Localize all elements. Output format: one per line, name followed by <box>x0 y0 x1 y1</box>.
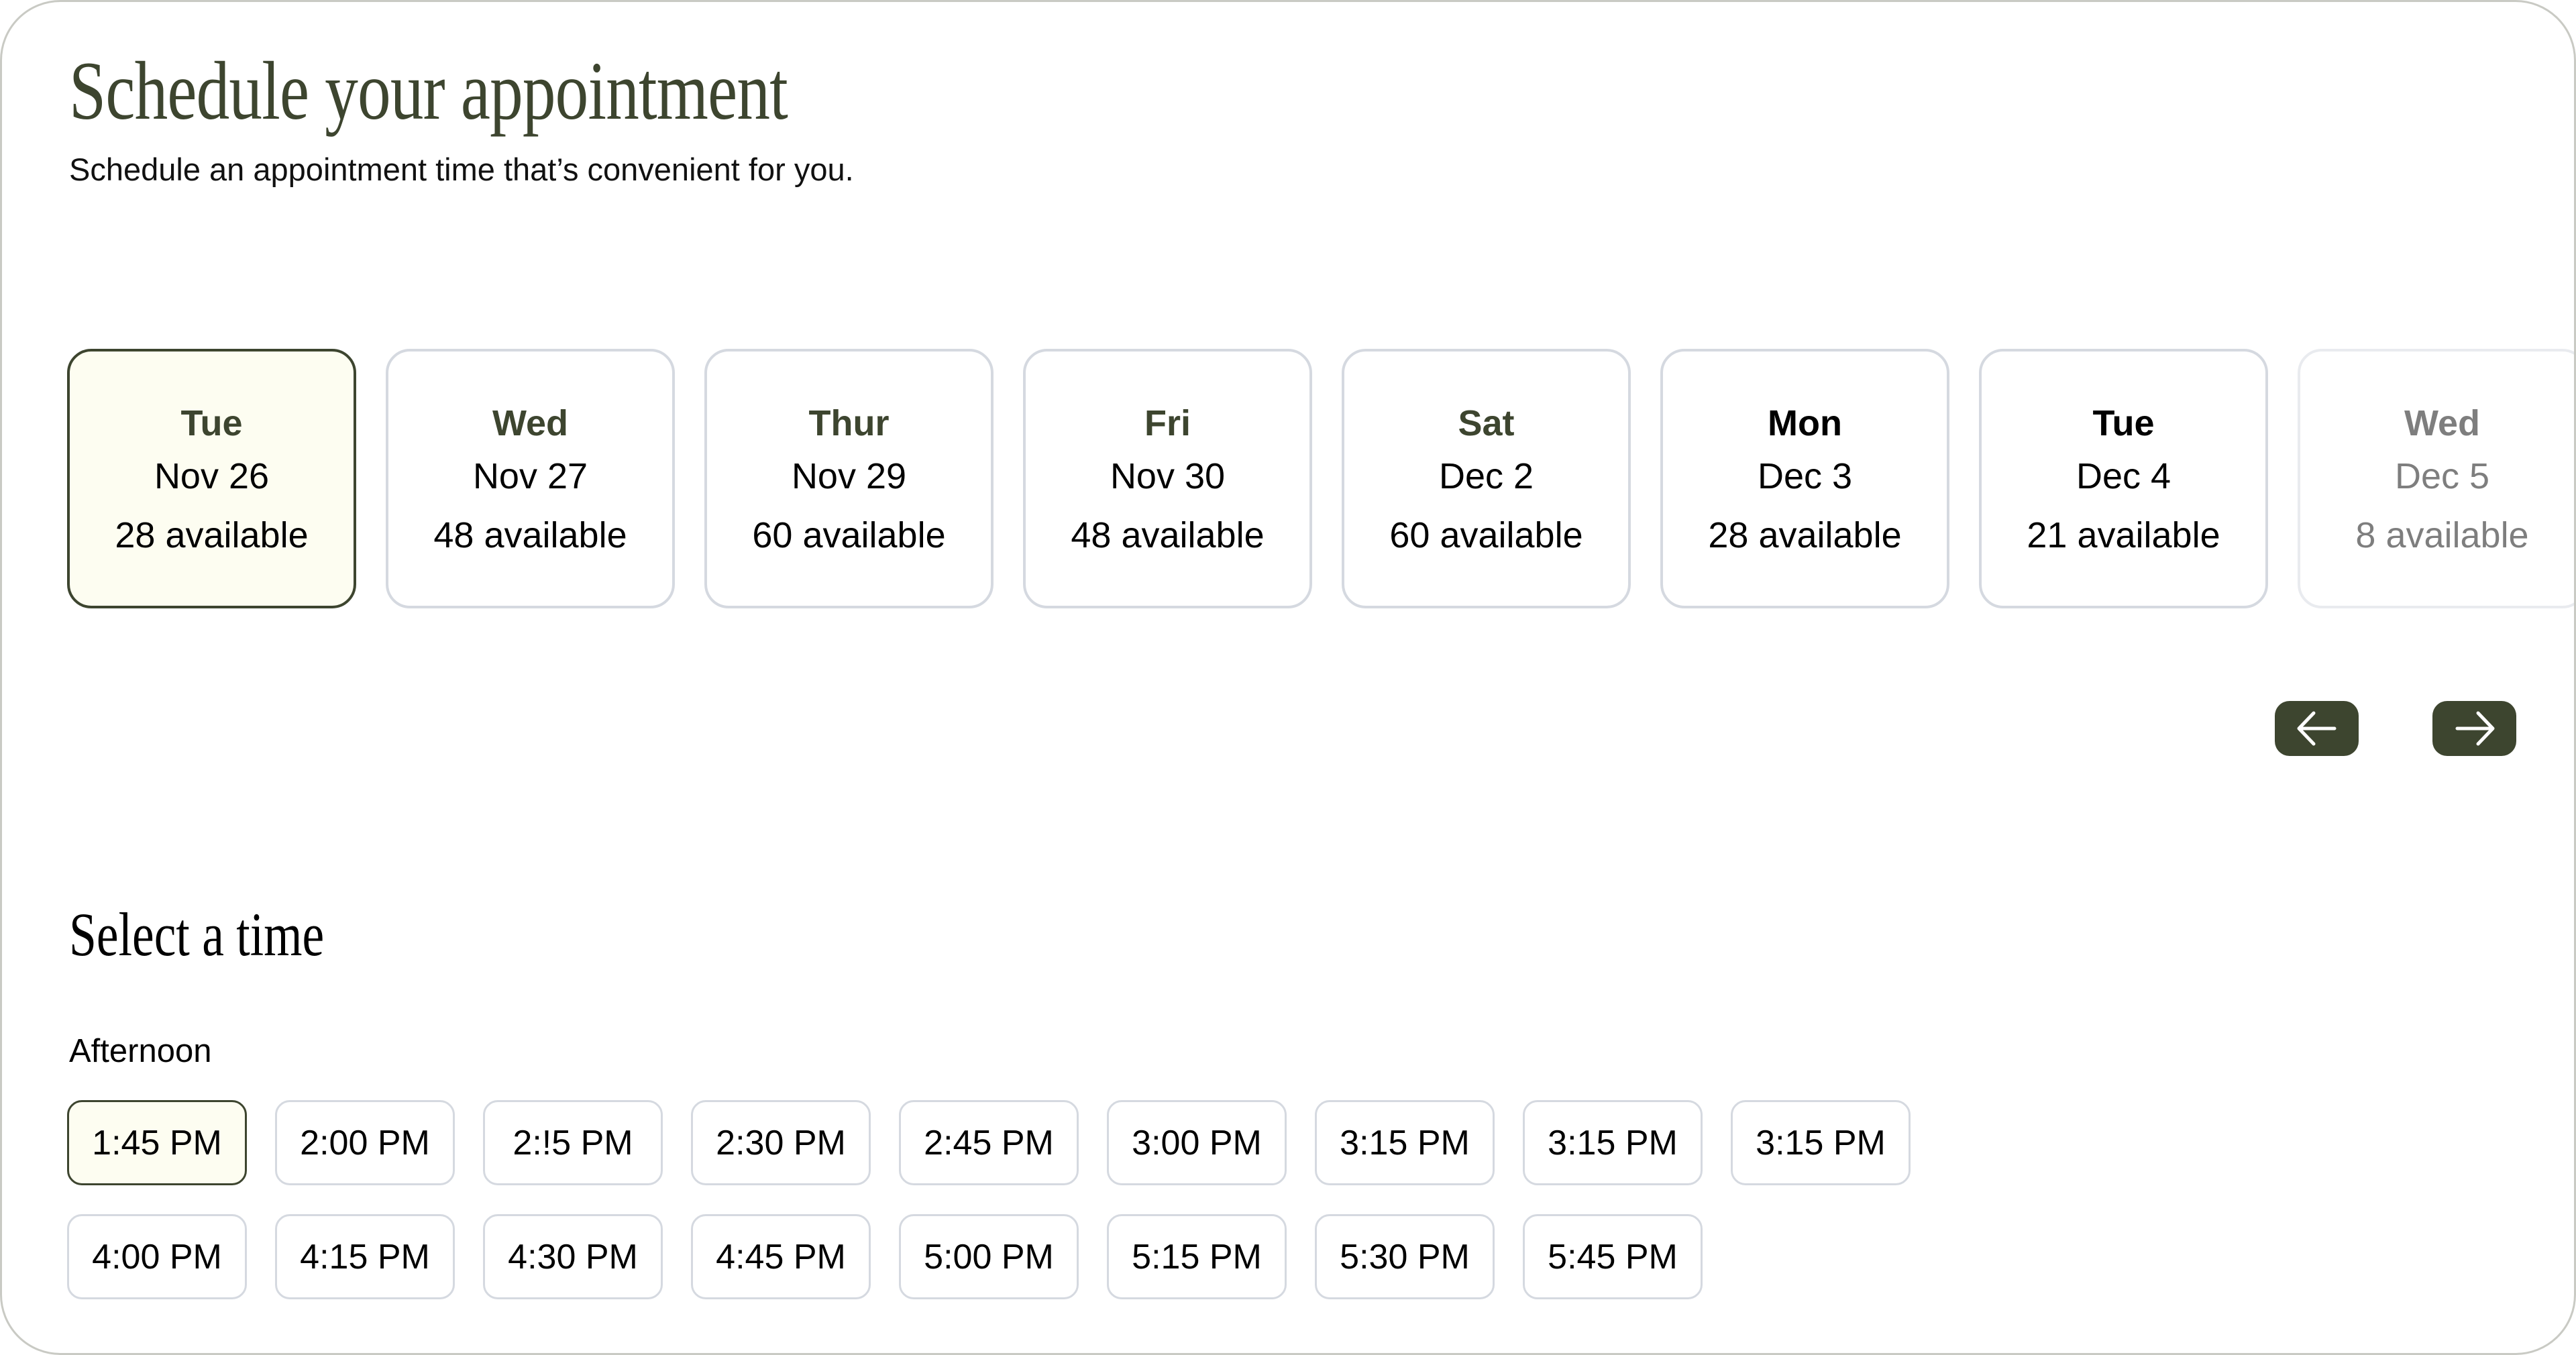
time-slot[interactable]: 2:00 PM <box>275 1100 455 1185</box>
date-card-availability: 60 available <box>1389 515 1583 555</box>
date-card-day: Fri <box>1144 403 1191 443</box>
date-card[interactable]: Thur Nov 29 60 available <box>704 349 994 608</box>
date-card[interactable]: Wed Nov 27 48 available <box>386 349 675 608</box>
date-card-date: Dec 2 <box>1438 456 1534 496</box>
date-card-availability: 21 available <box>2027 515 2220 555</box>
date-card-date: Dec 4 <box>2076 456 2171 496</box>
time-slot[interactable]: 2:30 PM <box>691 1100 871 1185</box>
date-card[interactable]: Tue Nov 26 28 available <box>67 349 356 608</box>
time-slot[interactable]: 5:15 PM <box>1107 1214 1287 1299</box>
time-slot[interactable]: 2:45 PM <box>899 1100 1079 1185</box>
date-card[interactable]: Fri Nov 30 48 available <box>1023 349 1312 608</box>
date-card[interactable]: Sat Dec 2 60 available <box>1342 349 1631 608</box>
time-slot[interactable]: 5:45 PM <box>1523 1214 1703 1299</box>
arrow-left-icon <box>2297 711 2336 746</box>
date-card-availability: 60 available <box>752 515 946 555</box>
date-card-date: Dec 5 <box>2394 456 2490 496</box>
time-slot[interactable]: 4:45 PM <box>691 1214 871 1299</box>
date-card-date: Nov 30 <box>1110 456 1226 496</box>
next-dates-button[interactable] <box>2432 701 2516 756</box>
date-card[interactable]: Tue Dec 4 21 available <box>1979 349 2268 608</box>
date-card-date: Nov 27 <box>472 456 588 496</box>
date-card-day: Mon <box>1768 403 1842 443</box>
date-card-availability: 8 available <box>2355 515 2529 555</box>
date-card-day: Tue <box>180 403 243 443</box>
select-time-heading: Select a time <box>69 900 325 969</box>
time-slot[interactable]: 4:15 PM <box>275 1214 455 1299</box>
arrow-right-icon <box>2455 711 2494 746</box>
date-card-date: Nov 26 <box>154 456 270 496</box>
time-slot[interactable]: 4:30 PM <box>483 1214 663 1299</box>
date-card-day: Tue <box>2092 403 2155 443</box>
previous-dates-button[interactable] <box>2275 701 2359 756</box>
date-card-availability: 28 available <box>115 515 309 555</box>
time-slot[interactable]: 1:45 PM <box>67 1100 247 1185</box>
time-slot[interactable]: 3:15 PM <box>1731 1100 1911 1185</box>
time-slot[interactable]: 3:15 PM <box>1315 1100 1495 1185</box>
page-title: Schedule your appointment <box>69 45 788 137</box>
date-card-availability: 48 available <box>1071 515 1265 555</box>
time-slot[interactable]: 3:00 PM <box>1107 1100 1287 1185</box>
date-card-day: Sat <box>1458 403 1515 443</box>
date-card-availability: 48 available <box>433 515 627 555</box>
scheduler-panel: Schedule your appointment Schedule an ap… <box>0 0 2576 1355</box>
time-slot[interactable]: 5:00 PM <box>899 1214 1079 1299</box>
time-slot[interactable]: 2:!5 PM <box>483 1100 663 1185</box>
page-subtitle: Schedule an appointment time that’s conv… <box>69 152 854 187</box>
date-card-day: Thur <box>808 403 890 443</box>
date-card[interactable]: Mon Dec 3 28 available <box>1660 349 1949 608</box>
date-card-availability: 28 available <box>1708 515 1902 555</box>
time-slot[interactable]: 5:30 PM <box>1315 1214 1495 1299</box>
afternoon-label: Afternoon <box>69 1033 212 1069</box>
time-slot[interactable]: 3:15 PM <box>1523 1100 1703 1185</box>
date-card-date: Nov 29 <box>791 456 907 496</box>
time-slot[interactable]: 4:00 PM <box>67 1214 247 1299</box>
date-card-date: Dec 3 <box>1757 456 1853 496</box>
date-card-day: Wed <box>2404 403 2480 443</box>
date-card-day: Wed <box>492 403 568 443</box>
date-card[interactable]: Wed Dec 5 8 available <box>2298 349 2574 608</box>
